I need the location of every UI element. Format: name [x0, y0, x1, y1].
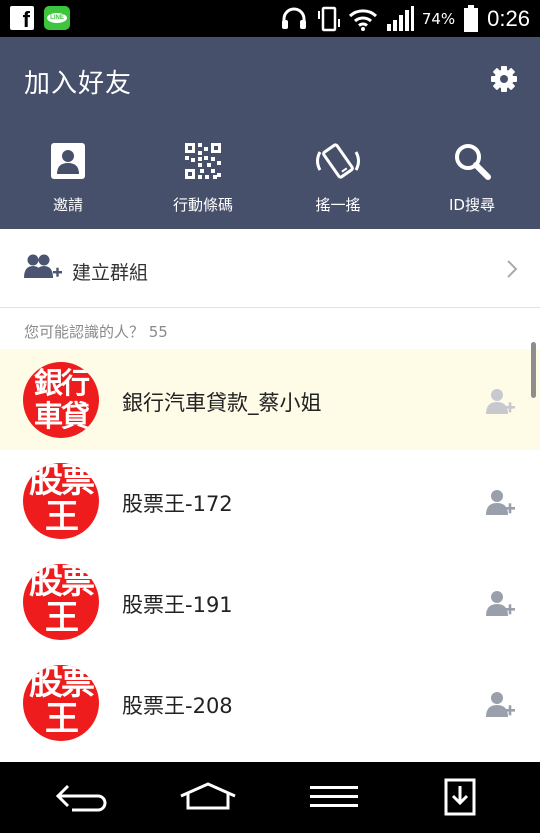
invite-label: 邀請 — [52, 196, 83, 214]
avatar: 股票 王 — [23, 564, 99, 640]
wifi-icon — [348, 8, 377, 31]
status-bar: f 74% 0:26 — [0, 0, 540, 37]
avatar-text: 王 — [45, 598, 79, 638]
notifications-icon[interactable] — [444, 778, 476, 816]
page-title: 加入好友 — [24, 69, 133, 99]
shake-button[interactable]: 搖一搖 — [278, 140, 398, 215]
search-icon — [455, 144, 491, 180]
back-icon[interactable] — [54, 780, 110, 814]
scrollbar[interactable] — [531, 342, 536, 398]
line-icon — [44, 6, 70, 30]
vibrate-icon — [317, 6, 340, 31]
avatar-text: 車貸 — [33, 399, 90, 433]
add-friend-icon[interactable] — [486, 589, 516, 617]
add-friend-header: 加入好友 邀請 行動條碼 搖一搖 ID搜尋 — [0, 37, 540, 229]
clock: 0:26 — [487, 5, 530, 31]
gear-icon[interactable] — [490, 65, 518, 93]
battery-icon — [464, 4, 479, 32]
avatar: 銀行 車貸 — [23, 362, 99, 438]
headset-icon — [281, 7, 306, 29]
facebook-icon: f — [10, 6, 34, 30]
contact-name: 股票王-191 — [122, 593, 233, 617]
list-item[interactable]: 股票 王 股票王-172 — [0, 450, 540, 551]
id-search-button[interactable]: ID搜尋 — [412, 140, 532, 215]
id-search-label: ID搜尋 — [449, 196, 495, 214]
qr-code-label: 行動條碼 — [172, 196, 233, 214]
avatar-text: 股票 — [29, 665, 95, 703]
avatar: 股票 王 — [23, 463, 99, 539]
suggestions-heading: 您可能認識的人？ 55 — [24, 323, 168, 341]
contact-card-icon — [51, 143, 85, 179]
list-item[interactable]: 銀行 車貸 銀行汽車貸款_蔡小姐 — [0, 349, 540, 450]
home-icon[interactable] — [178, 780, 238, 814]
shake-label: 搖一搖 — [315, 196, 361, 214]
contact-name: 股票王-172 — [122, 492, 233, 516]
add-friend-icon[interactable] — [486, 387, 516, 415]
avatar-text: 股票 — [29, 463, 95, 501]
avatar-text: 王 — [45, 497, 79, 537]
battery-percent: 74% — [421, 9, 456, 28]
add-group-icon — [24, 254, 62, 278]
avatar: 股票 王 — [23, 665, 99, 741]
system-nav-bar — [0, 762, 540, 833]
add-method-bar: 邀請 行動條碼 搖一搖 ID搜尋 — [0, 140, 540, 220]
add-friend-icon[interactable] — [486, 488, 516, 516]
suggestion-list: 銀行 車貸 銀行汽車貸款_蔡小姐 股票 王 股票王-172 股票 王 股票王-1… — [0, 349, 540, 753]
list-item[interactable]: 股票 王 股票王-208 — [0, 652, 540, 753]
avatar-text: 銀行 — [33, 366, 90, 400]
add-friend-icon[interactable] — [486, 690, 516, 718]
menu-icon[interactable] — [310, 780, 358, 814]
create-group-row[interactable]: 建立群組 — [0, 231, 540, 308]
qr-code-icon — [185, 143, 221, 179]
contact-name: 股票王-208 — [122, 694, 233, 718]
shake-phone-icon — [316, 143, 360, 179]
qr-code-button[interactable]: 行動條碼 — [143, 140, 263, 215]
contact-name: 銀行汽車貸款_蔡小姐 — [122, 391, 322, 415]
list-item[interactable]: 股票 王 股票王-191 — [0, 551, 540, 652]
avatar-text: 股票 — [29, 564, 95, 602]
invite-button[interactable]: 邀請 — [8, 140, 128, 215]
signal-icon — [386, 5, 414, 31]
avatar-text: 王 — [45, 699, 79, 739]
create-group-label: 建立群組 — [72, 262, 149, 284]
chevron-right-icon — [507, 260, 518, 278]
